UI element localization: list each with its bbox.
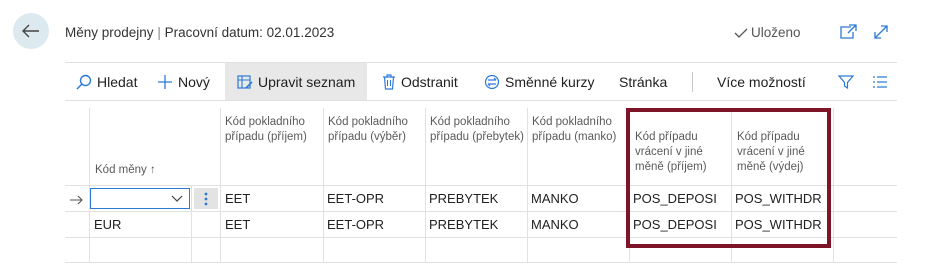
page-title-text: Měny prodejny <box>65 25 154 40</box>
list-view-icon <box>873 75 887 88</box>
checkmark-icon <box>734 28 748 38</box>
table-cell[interactable]: PREBYTEK <box>429 191 498 206</box>
expand-button[interactable] <box>871 22 891 42</box>
new-label: Nový <box>178 73 210 90</box>
more-options-button[interactable]: Více možností <box>717 63 806 100</box>
highlight-box <box>626 108 831 248</box>
table-cell[interactable]: EET <box>225 217 250 232</box>
search-icon <box>76 74 92 90</box>
exchange-rates-button[interactable]: Směnné kurzy <box>484 63 594 100</box>
page-menu-label: Stránka <box>619 73 668 90</box>
currency-exchange-icon <box>484 74 500 89</box>
table-cell[interactable]: EET-OPR <box>327 191 384 206</box>
saved-label: Uloženo <box>751 25 801 40</box>
list-view-button[interactable] <box>872 63 888 100</box>
table-cell[interactable]: EET <box>225 191 250 206</box>
column-header-label: Kód měny <box>95 164 147 176</box>
more-options-label: Více možností <box>717 73 806 90</box>
filter-icon <box>838 74 854 89</box>
filter-button[interactable] <box>838 63 854 100</box>
work-date: Pracovní datum: 02.01.2023 <box>164 25 335 40</box>
trash-icon <box>383 73 395 90</box>
back-button[interactable] <box>13 13 49 49</box>
toolbar-divider <box>692 72 693 92</box>
table-cell[interactable]: MANKO <box>531 217 579 232</box>
expand-icon <box>874 25 888 39</box>
table-cell[interactable]: PREBYTEK <box>429 217 498 232</box>
plus-icon <box>158 74 172 89</box>
page-menu-button[interactable]: Stránka <box>619 63 667 100</box>
edit-list-icon <box>237 74 253 89</box>
title-separator: | <box>157 25 161 40</box>
grid-vline <box>191 186 192 262</box>
open-in-new-window-icon <box>840 24 857 39</box>
delete-label: Odstranit <box>401 73 458 90</box>
sort-ascending-icon: ↑ <box>149 164 156 176</box>
search-label: Hledat <box>97 73 138 90</box>
edit-list-label: Upravit seznam <box>258 73 356 90</box>
column-header-cash-case-surplus[interactable]: Kód pokladního případu (přebytek) <box>430 115 525 145</box>
saved-status: Uloženo <box>734 25 801 40</box>
column-header-currency-code[interactable]: Kód měny ↑ <box>95 163 156 178</box>
delete-button[interactable]: Odstranit <box>382 63 458 100</box>
column-header-cash-case-income[interactable]: Kód pokladního případu (příjem) <box>225 115 320 145</box>
search-button[interactable]: Hledat <box>76 63 137 100</box>
exchange-rates-label: Směnné kurzy <box>505 73 595 90</box>
grid-hline <box>65 262 897 263</box>
table-cell[interactable]: EUR <box>94 217 121 232</box>
arrow-left-icon <box>22 24 39 38</box>
toolbar-bottom-border <box>65 100 897 101</box>
new-button[interactable]: Nový <box>157 63 210 100</box>
row-pointer-icon <box>69 192 83 210</box>
edit-list-button[interactable]: Upravit seznam <box>225 63 367 100</box>
table-cell[interactable]: MANKO <box>531 191 579 206</box>
more-vertical-icon <box>204 192 208 205</box>
table-cell[interactable]: EET-OPR <box>327 217 384 232</box>
open-new-window-button[interactable] <box>838 22 858 42</box>
column-header-cash-case-withdrawal[interactable]: Kód pokladního případu (výběr) <box>328 115 423 145</box>
column-header-cash-case-shortage[interactable]: Kód pokladního případu (manko) <box>532 115 627 145</box>
chevron-down-icon <box>171 195 183 202</box>
currency-code-dropdown[interactable] <box>90 188 190 209</box>
row-actions-button[interactable] <box>194 188 218 209</box>
page-title: Měny prodejny | Pracovní datum: 02.01.20… <box>65 25 334 40</box>
